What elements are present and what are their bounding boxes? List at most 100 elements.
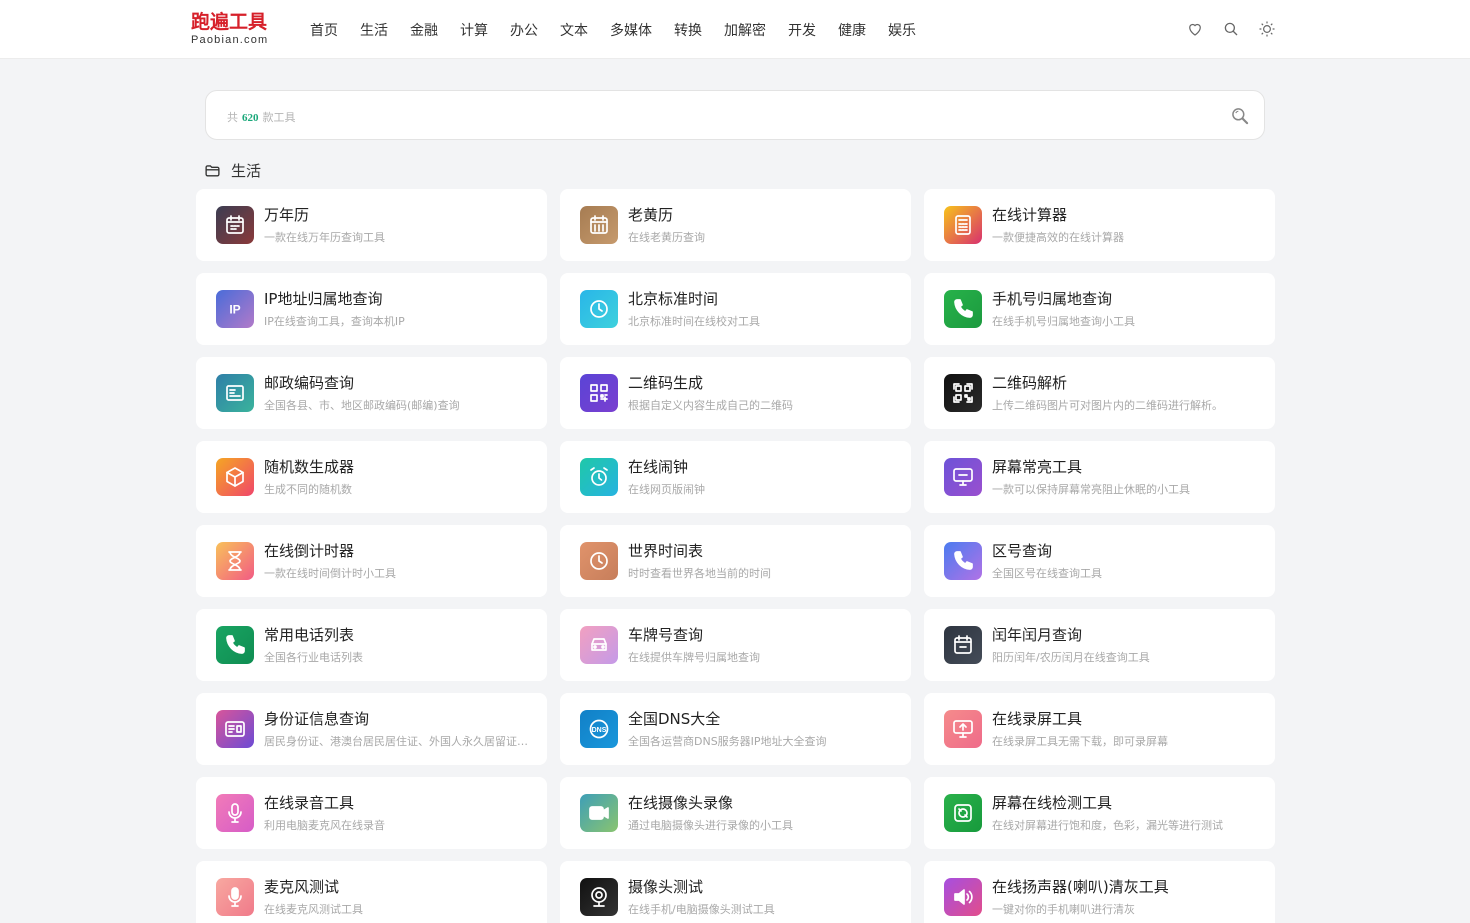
nav-item-11[interactable]: 娱乐: [888, 20, 916, 40]
tool-description: 在线提供车牌号归属地查询: [628, 651, 760, 664]
clock-icon: [580, 290, 618, 328]
tool-card[interactable]: 屏幕在线检测工具在线对屏幕进行饱和度，色彩，漏光等进行测试: [924, 777, 1275, 849]
nav-item-3[interactable]: 计算: [460, 20, 488, 40]
tool-grid: 万年历 一款在线万年历查询工具 老黄历 在线老黄历查询 在线计算器 一款便捷高效的在线计算…: [196, 189, 1275, 923]
search-icon[interactable]: [1222, 20, 1240, 38]
tool-card[interactable]: 在线扬声器(喇叭)清灰工具 一键对你的手机喇叭进行清灰: [924, 861, 1275, 923]
tool-description: 在线对屏幕进行饱和度，色彩，漏光等进行测试: [992, 819, 1223, 832]
car-icon: [580, 626, 618, 664]
tool-card[interactable]: 世界时间表时时查看世界各地当前的时间: [560, 525, 911, 597]
tool-description: 一款在线时间倒计时小工具: [264, 567, 396, 580]
tool-card[interactable]: 麦克风测试 在线麦克风测试工具: [196, 861, 547, 923]
tool-title: 车牌号查询: [628, 626, 704, 644]
tool-title: 全国DNS大全: [628, 710, 721, 728]
webcam-icon: [580, 878, 618, 916]
top-header: 跑遍工具 Paobian.com 首页 生活 金融 计算 办公 文本 多媒体 转换 加解密 开发 健…: [0, 0, 1470, 59]
tool-title: 二维码解析: [992, 374, 1068, 392]
tool-description: 利用电脑麦克风在线录音: [264, 819, 385, 832]
tool-title: 在线扬声器(喇叭)清灰工具: [992, 878, 1169, 896]
tool-title: 在线闹钟: [628, 458, 689, 476]
tool-card[interactable]: 身份证信息查询 居民身份证、港澳台居民居住证、外国人永久居留证查询: [196, 693, 547, 765]
nav-item-4[interactable]: 办公: [510, 20, 538, 40]
tool-card[interactable]: 摄像头测试 在线手机/电脑摄像头测试工具: [560, 861, 911, 923]
calculator-icon: [944, 206, 982, 244]
videocam-icon: [580, 794, 618, 832]
tool-title: 万年历: [264, 206, 310, 224]
tool-description: 一款可以保持屏幕常亮阻止休眠的小工具: [992, 483, 1190, 496]
site-logo[interactable]: 跑遍工具 Paobian.com: [191, 11, 281, 47]
tool-card[interactable]: 二维码生成根据自定义内容生成自己的二维码: [560, 357, 911, 429]
tool-card[interactable]: 随机数生成器生成不同的随机数: [196, 441, 547, 513]
dice-icon: [216, 458, 254, 496]
worldclock-icon: [580, 542, 618, 580]
tool-card[interactable]: 屏幕常亮工具 一款可以保持屏幕常亮阻止休眠的小工具: [924, 441, 1275, 513]
tool-card[interactable]: 万年历一款在线万年历查询工具: [196, 189, 547, 261]
tool-title: 摄像头测试: [628, 878, 704, 896]
tool-card[interactable]: 闰年闰月查询 阳历闰年/农历闰月在线查询工具: [924, 609, 1275, 681]
tool-card[interactable]: IP IP地址归属地查询 IP在线查询工具，查询本机IP: [196, 273, 547, 345]
tool-description: 根据自定义内容生成自己的二维码: [628, 399, 793, 412]
tool-title: 屏幕在线检测工具: [992, 794, 1113, 812]
tool-title: 麦克风测试: [264, 878, 340, 896]
tool-description: 时时查看世界各地当前的时间: [628, 567, 771, 580]
logo-domain: Paobian.com: [191, 34, 269, 46]
tool-title: 北京标准时间: [628, 290, 719, 308]
tool-title: 世界时间表: [628, 542, 704, 560]
mic-icon: [216, 794, 254, 832]
tool-title: 在线录屏工具: [992, 710, 1083, 728]
tool-description: 在线网页版闹钟: [628, 483, 705, 496]
nav-item-6[interactable]: 多媒体: [610, 20, 652, 40]
leapyear-icon: [944, 626, 982, 664]
tool-card[interactable]: 在线倒计时器 一款在线时间倒计时小工具: [196, 525, 547, 597]
tool-title: 在线摄像头录像: [628, 794, 734, 812]
tool-description: 在线手机号归属地查询小工具: [992, 315, 1135, 328]
tool-card[interactable]: 北京标准时间北京标准时间在线校对工具: [560, 273, 911, 345]
tool-card[interactable]: DNS 全国DNS大全全国各运营商DNS服务器IP地址大全查询: [560, 693, 911, 765]
tool-description: 一款在线万年历查询工具: [264, 231, 385, 244]
nav-item-7[interactable]: 转换: [674, 20, 702, 40]
nav-item-8[interactable]: 加解密: [724, 20, 766, 40]
svg-text:DNS: DNS: [592, 727, 607, 734]
speaker-icon: [944, 878, 982, 916]
tool-card[interactable]: 手机号归属地查询 在线手机号归属地查询小工具: [924, 273, 1275, 345]
nav-item-5[interactable]: 文本: [560, 20, 588, 40]
tool-card[interactable]: 老黄历 在线老黄历查询: [560, 189, 911, 261]
tool-title: IP地址归属地查询: [264, 290, 383, 308]
search-submit-icon[interactable]: [1230, 106, 1250, 126]
nav-item-2[interactable]: 金融: [410, 20, 438, 40]
tool-card[interactable]: 在线录音工具 利用电脑麦克风在线录音: [196, 777, 547, 849]
qrscan-icon: [944, 374, 982, 412]
tool-card[interactable]: 在线计算器 一款便捷高效的在线计算器: [924, 189, 1275, 261]
folder-icon: [204, 162, 221, 179]
screenrecord-icon: [944, 710, 982, 748]
heart-icon[interactable]: [1186, 20, 1204, 38]
nav-item-0[interactable]: 首页: [310, 20, 338, 40]
sun-icon[interactable]: [1258, 20, 1276, 38]
tool-search-box[interactable]: 共 620 款工具: [205, 90, 1265, 140]
tool-card[interactable]: 在线录屏工具 在线录屏工具无需下载，即可录屏幕: [924, 693, 1275, 765]
tool-description: 在线老黄历查询: [628, 231, 705, 244]
alarm-icon: [580, 458, 618, 496]
tool-title: 随机数生成器: [264, 458, 355, 476]
tool-card[interactable]: 常用电话列表 全国各行业电话列表: [196, 609, 547, 681]
tool-count: 620: [242, 112, 259, 124]
tool-description: 北京标准时间在线校对工具: [628, 315, 760, 328]
nav-item-9[interactable]: 开发: [788, 20, 816, 40]
tool-card[interactable]: 在线摄像头录像 通过电脑摄像头进行录像的小工具: [560, 777, 911, 849]
tool-card[interactable]: 在线闹钟在线网页版闹钟: [560, 441, 911, 513]
tool-title: 二维码生成: [628, 374, 704, 392]
idcard-icon: [216, 710, 254, 748]
tool-card[interactable]: 二维码解析 上传二维码图片可对图片内的二维码进行解析。: [924, 357, 1275, 429]
tool-description: 生成不同的随机数: [264, 483, 352, 496]
tool-description: 一款便捷高效的在线计算器: [992, 231, 1124, 244]
ip-icon: IP: [216, 290, 254, 328]
nav-item-10[interactable]: 健康: [838, 20, 866, 40]
tool-description: 全国各运营商DNS服务器IP地址大全查询: [628, 735, 827, 748]
tool-card[interactable]: 邮政编码查询 全国各县、市、地区邮政编码(邮编)查询: [196, 357, 547, 429]
tool-card[interactable]: 车牌号查询在线提供车牌号归属地查询: [560, 609, 911, 681]
section-title: 生活: [231, 161, 262, 180]
dns-icon: DNS: [580, 710, 618, 748]
tool-card[interactable]: 区号查询 全国区号在线查询工具: [924, 525, 1275, 597]
tool-title: 常用电话列表: [264, 626, 355, 644]
nav-item-1[interactable]: 生活: [360, 20, 388, 40]
